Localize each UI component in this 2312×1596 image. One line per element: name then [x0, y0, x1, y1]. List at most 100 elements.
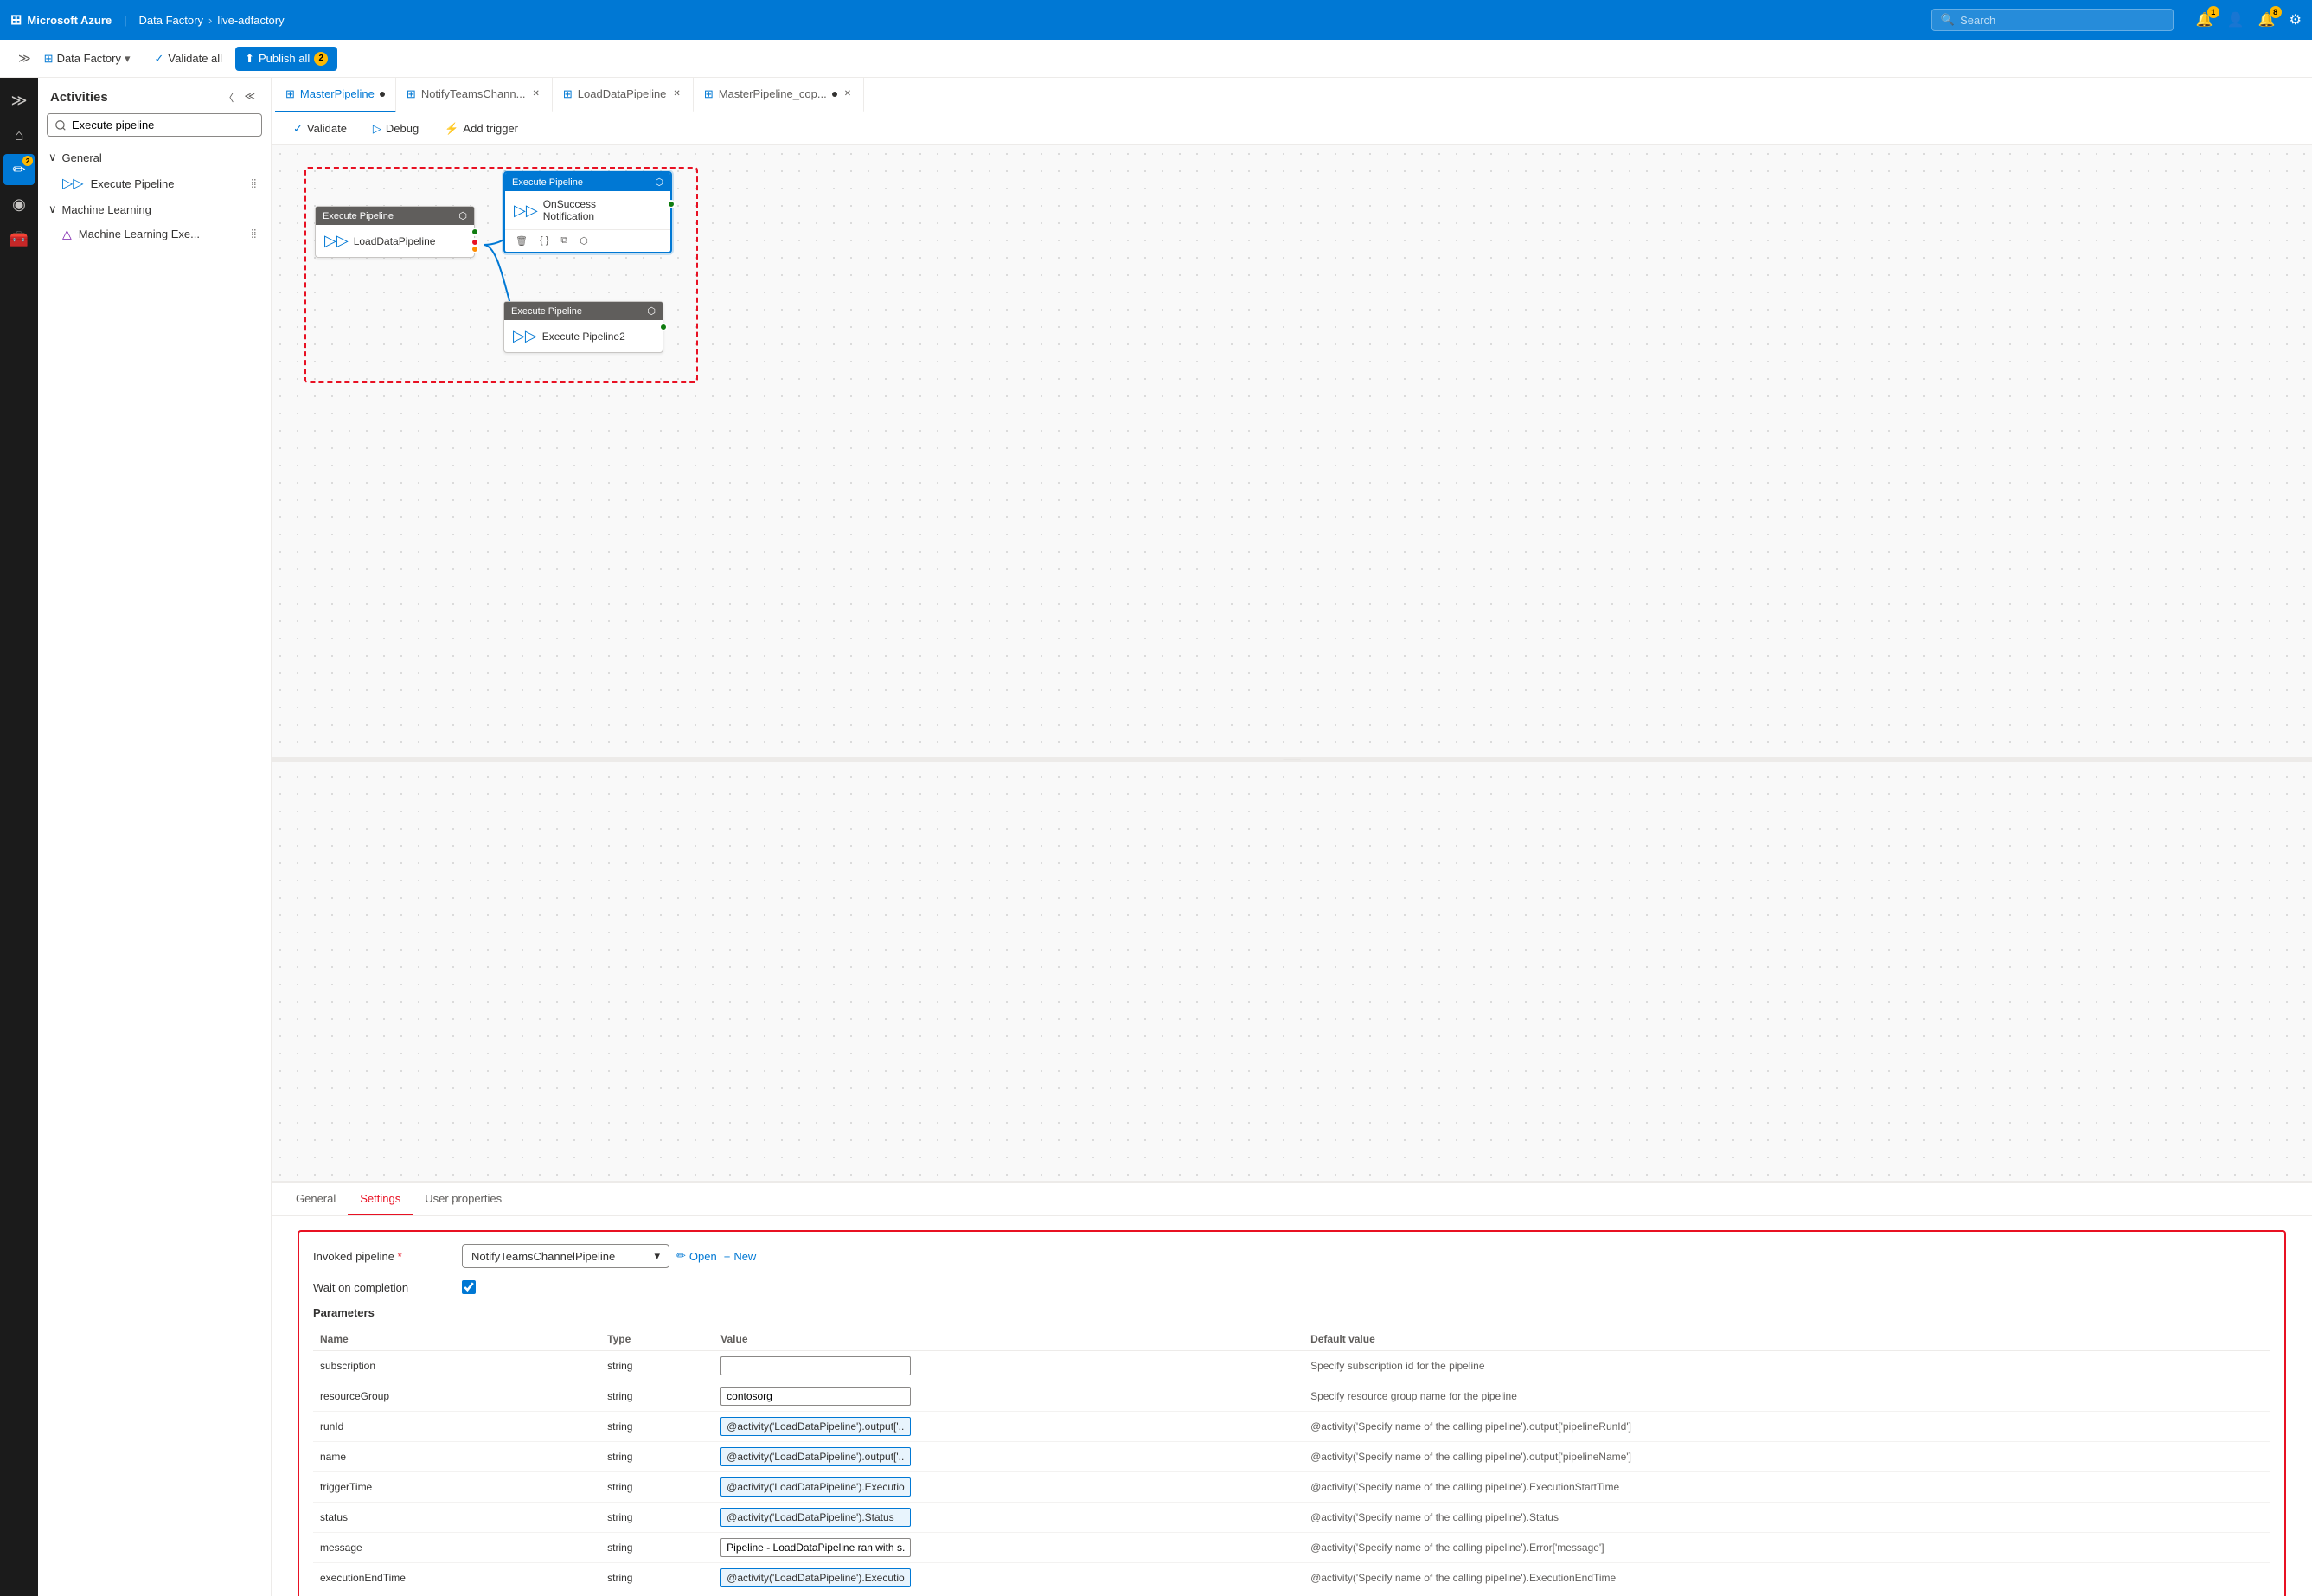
select-chevron-icon: ▾: [654, 1249, 660, 1263]
author-button[interactable]: ✏ 2: [3, 154, 35, 185]
validate-all-button[interactable]: ✓ Validate all: [145, 47, 233, 71]
param-value-input[interactable]: [720, 1508, 911, 1527]
wait-completion-checkbox[interactable]: [462, 1280, 476, 1294]
node3-icon: ▷▷: [513, 327, 537, 345]
ml-execute-label: Machine Learning Exe...: [79, 228, 200, 240]
node2-success-connector[interactable]: [667, 200, 676, 208]
validate-button[interactable]: ✓ Validate: [284, 118, 356, 140]
debug-button[interactable]: ▷ Debug: [363, 118, 428, 140]
node1-header: Execute Pipeline ⬡: [316, 207, 474, 225]
node-execute-pipeline2[interactable]: Execute Pipeline ⬡ ▷▷ Execute Pipeline2: [503, 301, 663, 353]
param-name-cell: runDuration: [313, 1593, 600, 1596]
category-general[interactable]: ∨ General: [38, 145, 271, 170]
tab-master-pipeline[interactable]: ⊞ MasterPipeline: [275, 78, 396, 112]
param-value-input[interactable]: [720, 1447, 911, 1466]
activity-ml-execute[interactable]: △ Machine Learning Exe... ⣿: [38, 221, 271, 247]
param-default-cell: @activity('Specify name of the calling p…: [1303, 1593, 2270, 1596]
monitor-button[interactable]: ◉: [3, 189, 35, 220]
alerts-icon[interactable]: 🔔 8: [2258, 11, 2276, 29]
param-value-input[interactable]: [720, 1568, 911, 1587]
params-header-row: Name Type Value Default value: [313, 1328, 2270, 1351]
node-load-data-pipeline[interactable]: Execute Pipeline ⬡ ▷▷ LoadDataPipeline: [315, 206, 475, 258]
search-box[interactable]: 🔍: [1931, 9, 2174, 31]
pipeline-wrapper: Execute Pipeline ⬡ ▷▷ LoadDataPipeline: [289, 163, 981, 439]
param-value-cell: [714, 1563, 1303, 1593]
param-value-input[interactable]: [720, 1477, 911, 1497]
publish-badge: 2: [314, 52, 328, 66]
node2-code-btn[interactable]: { }: [536, 234, 552, 248]
node1-success-connector[interactable]: [471, 228, 479, 236]
tab-general-label: General: [296, 1192, 336, 1205]
param-value-input[interactable]: [720, 1538, 911, 1557]
pipeline-canvas[interactable]: Execute Pipeline ⬡ ▷▷ LoadDataPipeline: [272, 145, 2312, 1181]
category-machine-learning[interactable]: ∨ Machine Learning: [38, 197, 271, 221]
table-row: subscriptionstringSpecify subscription i…: [313, 1351, 2270, 1381]
invoked-pipeline-row: Invoked pipeline * NotifyTeamsChannelPip…: [313, 1244, 2270, 1268]
ml-drag-handle-icon: ⣿: [251, 229, 257, 239]
tab-general[interactable]: General: [284, 1183, 348, 1215]
tab-settings[interactable]: Settings: [348, 1183, 413, 1215]
expand-rail-button[interactable]: ≫: [3, 85, 35, 116]
tab-close-4[interactable]: ✕: [842, 87, 853, 100]
search-input[interactable]: [1960, 14, 2164, 27]
node3-type-label: Execute Pipeline: [511, 306, 582, 317]
tab-close-3[interactable]: ✕: [671, 87, 682, 100]
node2-copy-btn[interactable]: ⧉: [557, 234, 571, 248]
param-name-cell: subscription: [313, 1351, 600, 1381]
node2-label: OnSuccessNotification: [543, 198, 596, 222]
node2-delete-btn[interactable]: 🗑: [512, 234, 531, 248]
add-trigger-button[interactable]: ⚡ Add trigger: [435, 118, 528, 140]
breadcrumb-chevron: ›: [208, 14, 212, 27]
secondary-toolbar: ≫ ⊞ Data Factory ▾ ✓ Validate all ⬆ Publ…: [0, 40, 2312, 78]
node-on-success[interactable]: Execute Pipeline ⬡ ▷▷ OnSuccessNotificat…: [503, 171, 672, 253]
user-settings-icon[interactable]: 👤: [2227, 11, 2245, 29]
trigger-icon: ⚡: [445, 122, 458, 136]
notifications-icon[interactable]: 🔔 1: [2196, 11, 2213, 29]
new-pipeline-button[interactable]: + New: [724, 1250, 757, 1263]
node2-external-icon[interactable]: ⬡: [655, 176, 663, 188]
node3-external-icon[interactable]: ⬡: [647, 305, 656, 317]
col-type: Type: [600, 1328, 714, 1351]
publish-all-label: Publish all: [259, 52, 310, 65]
execute-pipeline-icon: ▷▷: [62, 175, 84, 192]
properties-tabs: General Settings User properties: [272, 1183, 2312, 1216]
publish-all-button[interactable]: ⬆ Publish all 2: [235, 47, 337, 71]
open-pipeline-button[interactable]: ✏ Open: [676, 1249, 717, 1263]
tab-user-properties[interactable]: User properties: [413, 1183, 514, 1215]
activity-execute-pipeline[interactable]: ▷▷ Execute Pipeline ⣿: [38, 170, 271, 197]
table-row: runIdstring@activity('Specify name of th…: [313, 1412, 2270, 1442]
tab-notify-teams[interactable]: ⊞ NotifyTeamsChann... ✕: [396, 78, 553, 112]
params-table-body: subscriptionstringSpecify subscription i…: [313, 1351, 2270, 1596]
param-value-input[interactable]: [720, 1356, 911, 1375]
machine-learning-category-label: Machine Learning: [62, 203, 151, 216]
param-value-input[interactable]: [720, 1387, 911, 1406]
activities-search-input[interactable]: [47, 113, 262, 137]
tab-close-2[interactable]: ✕: [530, 87, 541, 100]
manage-button[interactable]: 🧰: [3, 223, 35, 254]
invoked-pipeline-select[interactable]: NotifyTeamsChannelPipeline ▾: [462, 1244, 669, 1268]
node1-completion-connector[interactable]: [471, 245, 479, 253]
param-name-cell: message: [313, 1533, 600, 1563]
node2-link-btn[interactable]: ⬡: [576, 234, 592, 248]
minimize-panel-button[interactable]: ≪: [240, 88, 259, 106]
param-value-input[interactable]: [720, 1417, 911, 1436]
col-name: Name: [313, 1328, 600, 1351]
node3-success-connector[interactable]: [659, 323, 668, 331]
activities-search: [38, 113, 271, 145]
wait-completion-control: [462, 1280, 2270, 1294]
tab-master-pipeline-copy[interactable]: ⊞ MasterPipeline_cop... ✕: [694, 78, 864, 112]
activities-panel: Activities 〈 ≪ ∨ General ▷▷ Execute Pipe…: [38, 78, 272, 1596]
data-factory-label: Data Factory: [57, 52, 121, 65]
ml-chevron-icon: ∨: [48, 202, 57, 216]
tab-settings-label: Settings: [360, 1192, 400, 1205]
collapse-panel-button[interactable]: 〈: [220, 88, 237, 106]
canvas-collapse-bar[interactable]: —: [272, 757, 2312, 762]
home-button[interactable]: ⌂: [3, 119, 35, 151]
param-name-cell: status: [313, 1503, 600, 1533]
settings-content-border: Invoked pipeline * NotifyTeamsChannelPip…: [298, 1230, 2286, 1596]
breadcrumb-service[interactable]: Data Factory: [139, 14, 203, 27]
settings-icon[interactable]: ⚙: [2290, 11, 2302, 29]
expand-panel-button[interactable]: ≫: [9, 46, 41, 71]
node1-external-icon[interactable]: ⬡: [458, 210, 467, 221]
tab-load-data[interactable]: ⊞ LoadDataPipeline ✕: [553, 78, 694, 112]
